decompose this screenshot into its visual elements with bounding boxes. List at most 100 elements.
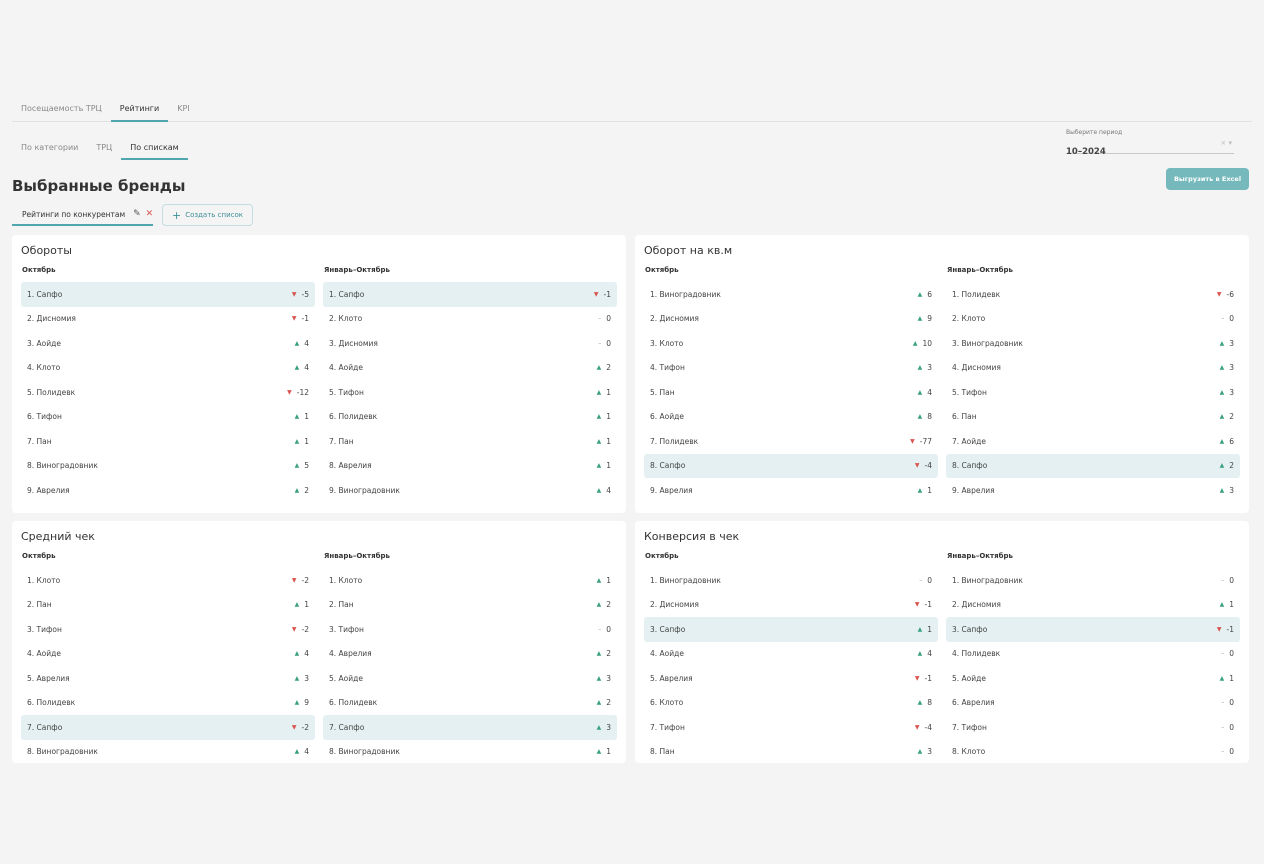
- change-value: 1: [304, 436, 309, 446]
- change-value: 3: [1229, 338, 1234, 348]
- pencil-icon[interactable]: ✎: [133, 209, 141, 219]
- brand-name: 8. Виноградовник: [27, 461, 98, 471]
- ranking-row: 3. Виноградовник ▲ 3: [946, 331, 1240, 356]
- column-header: Октябрь: [645, 552, 679, 560]
- brand-name: 6. Клото: [650, 698, 684, 708]
- panel-title: Оборот на кв.м: [644, 244, 733, 257]
- arrow-up-icon: ▲: [1219, 674, 1225, 682]
- rank-change: ▲ 8: [918, 412, 932, 421]
- ranking-row: 1. Виноградовник ▲ 6: [644, 282, 938, 307]
- brand-name: 5. Пан: [650, 387, 675, 397]
- arrow-up-icon: ▲: [1219, 388, 1225, 396]
- ranking-row: 3. Сапфо ▼ -1: [946, 617, 1240, 642]
- ranking-row: 4. Тифон ▲ 3: [644, 356, 938, 381]
- rank-change: ▲ 4: [295, 747, 309, 756]
- clear-icon[interactable]: ×: [1220, 139, 1226, 147]
- rank-change: ▲ 1: [597, 437, 611, 446]
- ranking-row: 6. Клото ▲ 8: [644, 691, 938, 716]
- brand-name: 3. Дисномия: [329, 338, 378, 348]
- change-value: 4: [927, 649, 932, 659]
- change-value: 0: [1229, 747, 1234, 757]
- ranking-row: 2. Дисномия ▲ 1: [946, 593, 1240, 618]
- rank-change: ▲ 1: [597, 576, 611, 585]
- rank-change: ▲ 2: [295, 486, 309, 495]
- change-value: 1: [927, 624, 932, 634]
- panel-title: Средний чек: [21, 530, 95, 543]
- ranking-row: 5. Аойде ▲ 1: [946, 666, 1240, 691]
- arrow-up-icon: ▲: [1219, 364, 1225, 372]
- tab-ratings[interactable]: Рейтинги: [110, 98, 169, 122]
- tab-kpi[interactable]: KPI: [168, 98, 198, 122]
- ranking-row: 8. Сапфо ▲ 2: [946, 453, 1240, 478]
- brand-name: 3. Тифон: [329, 624, 364, 634]
- brand-name: 5. Аврелия: [27, 673, 70, 683]
- brand-name: 7. Тифон: [952, 722, 987, 732]
- brand-name: 6. Полидевк: [329, 698, 378, 708]
- rank-change: –0: [598, 339, 611, 348]
- arrow-up-icon: ▲: [294, 364, 300, 372]
- ranking-row: 6. Аврелия –0: [946, 691, 1240, 716]
- ranking-row: 6. Тифон ▲ 1: [21, 405, 315, 430]
- rank-change: ▲ 1: [597, 412, 611, 421]
- arrow-up-icon: ▲: [912, 339, 918, 347]
- arrow-down-icon: ▼: [291, 625, 297, 633]
- tab-by-lists[interactable]: По спискам: [121, 138, 188, 160]
- rank-change: ▲ 2: [597, 649, 611, 658]
- create-list-button[interactable]: + Создать список: [162, 204, 253, 226]
- brand-name: 5. Аойде: [329, 673, 363, 683]
- list-tab-competitors[interactable]: Рейтинги по конкурентам ✎ ✕: [12, 204, 153, 226]
- period-field[interactable]: 10–2024 × ▾: [1066, 139, 1234, 157]
- change-value: 5: [304, 461, 309, 471]
- change-value: 10: [922, 338, 932, 348]
- change-value: 2: [1229, 461, 1234, 471]
- arrow-up-icon: ▲: [917, 315, 923, 323]
- brand-name: 3. Сапфо: [650, 624, 686, 634]
- change-value: 2: [606, 600, 611, 610]
- brand-name: 5. Полидевк: [27, 387, 76, 397]
- ranking-row: 3. Дисномия –0: [323, 331, 617, 356]
- ranking-row: 4. Клото ▲ 4: [21, 356, 315, 381]
- change-value: -4: [924, 461, 932, 471]
- ranking-row: 8. Пан ▲ 3: [644, 740, 938, 764]
- period-select[interactable]: Выберите период 10–2024 × ▾: [1066, 129, 1234, 157]
- column-ytd: Январь–Октябрь 1. Клото ▲ 1 2. Пан ▲ 2 3. Тифон…: [323, 552, 617, 763]
- ranking-row: 5. Тифон ▲ 1: [323, 380, 617, 405]
- change-value: 9: [927, 314, 932, 324]
- brand-name: 4. Полидевк: [952, 649, 1001, 659]
- tab-attendance[interactable]: Посещаемость ТРЦ: [12, 98, 111, 122]
- export-excel-button[interactable]: Выгрузить в Excel: [1166, 168, 1249, 190]
- close-icon[interactable]: ✕: [146, 209, 154, 219]
- column-header: Октябрь: [22, 552, 56, 560]
- brand-name: 8. Аврелия: [329, 461, 372, 471]
- brand-name: 6. Полидевк: [27, 698, 76, 708]
- tab-mall[interactable]: ТРЦ: [87, 138, 121, 160]
- arrow-up-icon: ▲: [917, 625, 923, 633]
- rank-change: ▲ 2: [1220, 412, 1234, 421]
- change-value: 0: [1229, 314, 1234, 324]
- dash-icon: –: [1221, 315, 1225, 323]
- rank-change: ▲ 4: [918, 649, 932, 658]
- change-value: -1: [603, 289, 611, 299]
- ranking-row: 5. Полидевк ▼ -12: [21, 380, 315, 405]
- change-value: 3: [606, 673, 611, 683]
- arrow-up-icon: ▲: [596, 413, 602, 421]
- rank-change: ▼ -77: [910, 437, 932, 446]
- ranking-row: 3. Клото ▲ 10: [644, 331, 938, 356]
- rank-change: ▲ 1: [1220, 600, 1234, 609]
- change-value: 1: [606, 436, 611, 446]
- rank-change: ▲ 2: [597, 363, 611, 372]
- ranking-row: 1. Сапфо ▼ -1: [323, 282, 617, 307]
- rank-change: ▼ -12: [287, 388, 309, 397]
- arrow-up-icon: ▲: [917, 413, 923, 421]
- column-header: Октябрь: [22, 266, 56, 274]
- arrow-up-icon: ▲: [294, 462, 300, 470]
- ranking-row: 1. Виноградовник –0: [644, 568, 938, 593]
- rank-change: ▲ 4: [295, 649, 309, 658]
- tab-by-category[interactable]: По категории: [12, 138, 87, 160]
- ranking-row: 5. Аойде ▲ 3: [323, 666, 617, 691]
- change-value: -1: [924, 673, 932, 683]
- chevron-down-icon[interactable]: ▾: [1228, 139, 1232, 147]
- ranking-row: 5. Пан ▲ 4: [644, 380, 938, 405]
- column-month: Октябрь 1. Сапфо ▼ -5 2. Дисномия ▼ -1 3. Аойде…: [21, 266, 315, 503]
- ranking-row: 1. Клото ▲ 1: [323, 568, 617, 593]
